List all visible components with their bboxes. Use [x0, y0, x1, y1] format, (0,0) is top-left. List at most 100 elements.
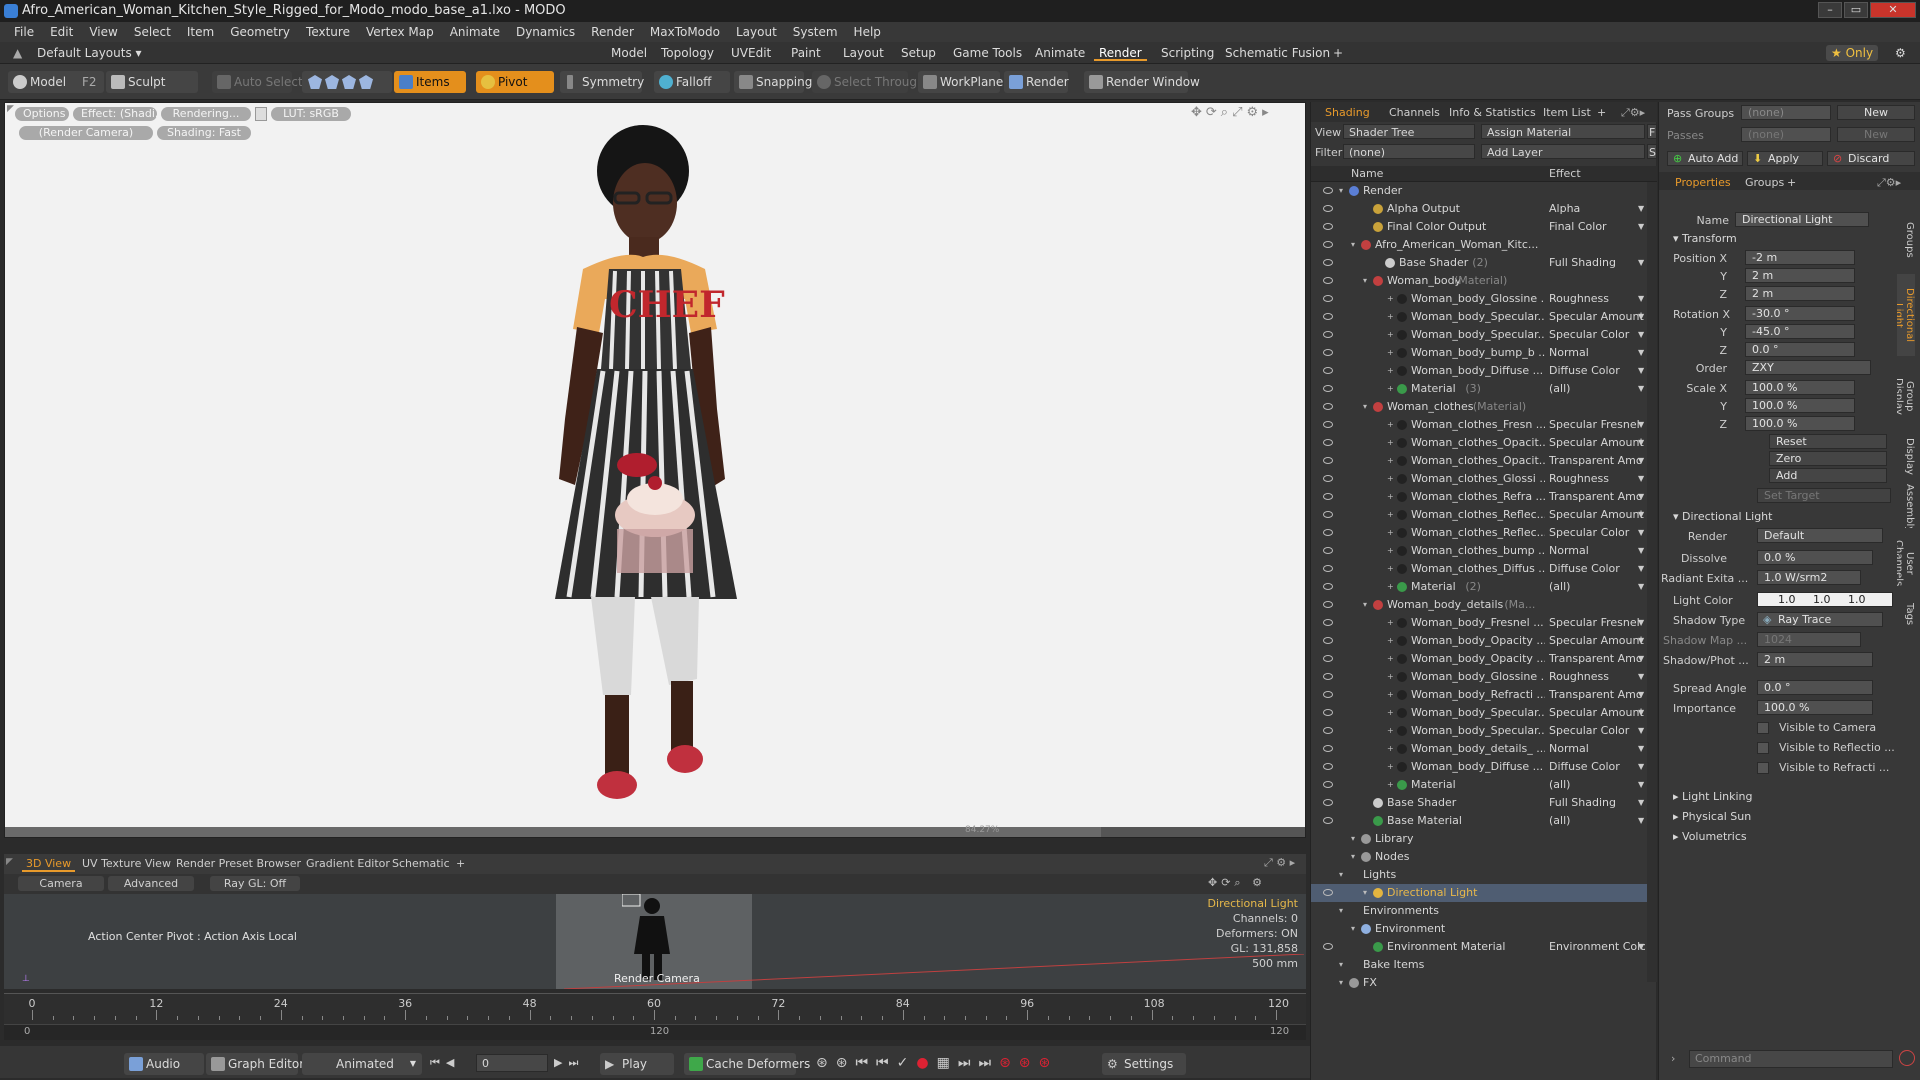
- maximize-button[interactable]: ▭: [1844, 2, 1868, 18]
- shader-tree-row[interactable]: + Woman_body_bump_b ... Normal ▼: [1311, 344, 1657, 362]
- shader-layer-effect[interactable]: Roughness: [1549, 470, 1645, 488]
- shader-tree-row[interactable]: + Woman_body_Fresnel ... Specular Fresnel ▼: [1311, 614, 1657, 632]
- symmetry-button[interactable]: Symmetry: [560, 71, 644, 93]
- shader-tree-row[interactable]: + Material (2) (all) ▼: [1311, 578, 1657, 596]
- tree-expand-toggle[interactable]: ▾: [1339, 974, 1343, 992]
- visibility-eye-icon[interactable]: [1323, 943, 1333, 950]
- shader-tree-row[interactable]: ▾ Woman_clothes (Material): [1311, 398, 1657, 416]
- shader-tree-row[interactable]: + Woman_clothes_Opacit... Specular Amount ▼: [1311, 434, 1657, 452]
- viewport-rendering-button[interactable]: Rendering...: [161, 107, 251, 121]
- shader-layer-effect[interactable]: Specular Color: [1549, 326, 1645, 344]
- snapping-button[interactable]: Snapping: [734, 71, 812, 93]
- new-pass-button[interactable]: New: [1837, 127, 1915, 142]
- falloff-button[interactable]: Falloff: [654, 71, 730, 93]
- visible-to-reflection-checkbox[interactable]: [1757, 742, 1769, 754]
- layout-tab-animate[interactable]: Animate: [1030, 45, 1090, 61]
- shader-tree-row[interactable]: ▾ Afro_American_Woman_Kitc...: [1311, 236, 1657, 254]
- menu-item[interactable]: Item: [179, 25, 222, 39]
- effect-dropdown-icon[interactable]: ▼: [1638, 794, 1644, 812]
- tab-props-add[interactable]: +: [1787, 175, 1796, 190]
- close-button[interactable]: ✕: [1870, 2, 1916, 18]
- passes-dropdown[interactable]: (none): [1741, 127, 1831, 142]
- shader-layer-effect[interactable]: Specular Fresnel: [1549, 614, 1645, 632]
- layout-tab-render[interactable]: Render: [1094, 45, 1147, 61]
- visibility-eye-icon[interactable]: [1323, 493, 1333, 500]
- menu-vertex-map[interactable]: Vertex Map: [358, 25, 442, 39]
- shader-tree-row[interactable]: + Woman_clothes_Opacit... Transparent Amo …: [1311, 452, 1657, 470]
- effect-dropdown-icon[interactable]: ▼: [1638, 758, 1644, 776]
- shader-layer-effect[interactable]: Specular Fresnel: [1549, 416, 1645, 434]
- tree-expand-toggle[interactable]: +: [1387, 668, 1394, 686]
- tree-expand-toggle[interactable]: +: [1387, 506, 1394, 524]
- scale-x-field[interactable]: 100.0 %: [1745, 380, 1855, 395]
- visibility-eye-icon[interactable]: [1323, 709, 1333, 716]
- tree-expand-toggle[interactable]: +: [1387, 308, 1394, 326]
- assign-material-button[interactable]: Assign Material: [1481, 124, 1645, 139]
- tree-expand-toggle[interactable]: +: [1387, 740, 1394, 758]
- tree-expand-toggle[interactable]: ▾: [1363, 884, 1367, 902]
- tree-expand-toggle[interactable]: +: [1387, 488, 1394, 506]
- vertical-tab-groups[interactable]: Groups: [1897, 214, 1915, 266]
- bottom-tab-uv-texture-view[interactable]: UV Texture View: [78, 856, 175, 872]
- view-dropdown[interactable]: Shader Tree: [1343, 124, 1475, 139]
- light-color-field[interactable]: 1.0 1.0 1.0: [1757, 592, 1893, 607]
- shader-tree-row[interactable]: Base Material (all) ▼: [1311, 812, 1657, 830]
- shadow-photon-field[interactable]: 2 m: [1757, 652, 1873, 667]
- visibility-eye-icon[interactable]: [1323, 583, 1333, 590]
- visibility-eye-icon[interactable]: [1323, 799, 1333, 806]
- visibility-eye-icon[interactable]: [1323, 439, 1333, 446]
- menu-file[interactable]: File: [6, 25, 42, 39]
- viewport-options-button[interactable]: Options: [15, 107, 69, 121]
- reset-dropdown[interactable]: Reset: [1769, 434, 1887, 449]
- tree-expand-toggle[interactable]: +: [1387, 542, 1394, 560]
- effect-dropdown-icon[interactable]: ▼: [1638, 434, 1644, 452]
- tree-expand-toggle[interactable]: ▾: [1339, 902, 1343, 920]
- shader-tree-row[interactable]: + Woman_body_Glossine ... Roughness ▼: [1311, 290, 1657, 308]
- tree-expand-toggle[interactable]: +: [1387, 560, 1394, 578]
- shader-layer-effect[interactable]: Diffuse Color: [1549, 758, 1645, 776]
- tree-expand-toggle[interactable]: +: [1387, 434, 1394, 452]
- visibility-eye-icon[interactable]: [1323, 421, 1333, 428]
- view-nav-icons[interactable]: ✥⟳⌕ ⚙: [1208, 876, 1266, 890]
- tree-expand-toggle[interactable]: +: [1387, 362, 1394, 380]
- shader-layer-effect[interactable]: Final Color: [1549, 218, 1645, 236]
- effect-dropdown-icon[interactable]: ▼: [1638, 686, 1644, 704]
- shader-layer-effect[interactable]: Transparent Amo ...: [1549, 488, 1645, 506]
- render-camera-button[interactable]: (Render Camera): [19, 126, 153, 140]
- visibility-eye-icon[interactable]: [1323, 223, 1333, 230]
- shader-tree-row[interactable]: + Woman_clothes_Fresn ... Specular Fresnel…: [1311, 416, 1657, 434]
- shader-tree-row[interactable]: ▾ Nodes: [1311, 848, 1657, 866]
- shader-tree-row[interactable]: Environment Material Environment Color ▼: [1311, 938, 1657, 956]
- scale-z-field[interactable]: 100.0 %: [1745, 416, 1855, 431]
- viewport-nav-icons[interactable]: ✥⟳⌕⤢⚙▸: [1191, 105, 1273, 120]
- importance-field[interactable]: 100.0 %: [1757, 700, 1873, 715]
- shader-tree-row[interactable]: ▾ Woman_body_details (Ma...: [1311, 596, 1657, 614]
- vertical-tab-directional-light[interactable]: Directional Light: [1897, 274, 1915, 356]
- command-history-icon[interactable]: [1899, 1050, 1915, 1066]
- tab-channels[interactable]: Channels: [1389, 105, 1440, 120]
- shader-tree-row[interactable]: + Woman_clothes_Reflec... Specular Color ▼: [1311, 524, 1657, 542]
- shader-layer-effect[interactable]: Normal: [1549, 344, 1645, 362]
- effect-dropdown-icon[interactable]: ▼: [1638, 650, 1644, 668]
- visibility-eye-icon[interactable]: [1323, 187, 1333, 194]
- render-window-button[interactable]: Render Window: [1084, 71, 1200, 93]
- camera-button[interactable]: Camera: [18, 876, 104, 891]
- visibility-eye-icon[interactable]: [1323, 565, 1333, 572]
- layout-up-icon[interactable]: ▲: [8, 45, 27, 61]
- tree-expand-toggle[interactable]: +: [1387, 776, 1394, 794]
- s-button[interactable]: S: [1647, 144, 1657, 159]
- shadow-type-dropdown[interactable]: ◈ Ray Trace: [1757, 612, 1883, 627]
- shader-layer-effect[interactable]: (all): [1549, 776, 1645, 794]
- volumetrics-section[interactable]: ▸ Volumetrics: [1673, 830, 1747, 843]
- vertical-tab-group-display[interactable]: Group Display: [1897, 364, 1915, 428]
- bottom-tab-add[interactable]: +: [452, 856, 469, 872]
- layout-tab-topology[interactable]: Topology: [656, 45, 719, 61]
- directional-light-section[interactable]: ▾ Directional Light: [1673, 510, 1772, 523]
- rotation-x-field[interactable]: -30.0 °: [1745, 306, 1855, 321]
- tree-expand-toggle[interactable]: +: [1387, 686, 1394, 704]
- shader-tree-row[interactable]: + Woman_body_Specular... Specular Amount ▼: [1311, 704, 1657, 722]
- visibility-eye-icon[interactable]: [1323, 817, 1333, 824]
- effect-dropdown-icon[interactable]: ▼: [1638, 326, 1644, 344]
- effect-dropdown-icon[interactable]: ▼: [1638, 632, 1644, 650]
- position-x-field[interactable]: -2 m: [1745, 250, 1855, 265]
